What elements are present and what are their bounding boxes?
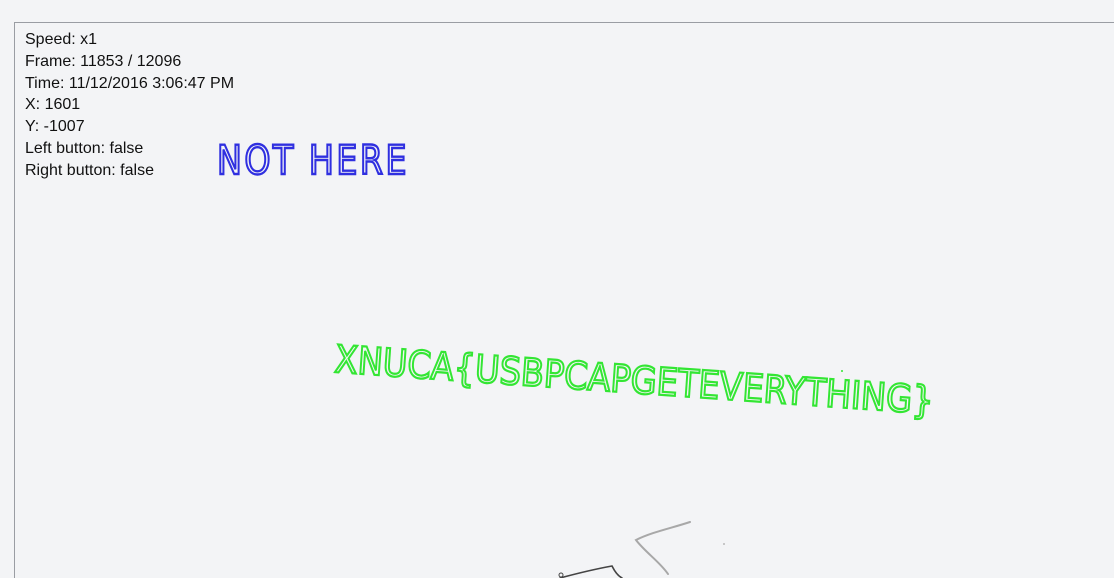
replay-window: Speed: x1 Frame: 11853 / 12096 Time: 11/… <box>0 0 1114 578</box>
left-button-readout: Left button: false <box>25 139 144 157</box>
x-coordinate-readout: X: 1601 <box>25 96 81 114</box>
frame-readout: Frame: 11853 / 12096 <box>25 52 182 70</box>
speed-readout: Speed: x1 <box>25 31 98 48</box>
y-coordinate-readout: Y: -1007 <box>25 118 85 136</box>
replay-info-panel: Speed: x1 Frame: 11853 / 12096 Time: 11/… <box>25 29 234 182</box>
right-button-readout: Right button: false <box>25 161 154 179</box>
time-readout: Time: 11/12/2016 3:06:47 PM <box>25 74 235 92</box>
